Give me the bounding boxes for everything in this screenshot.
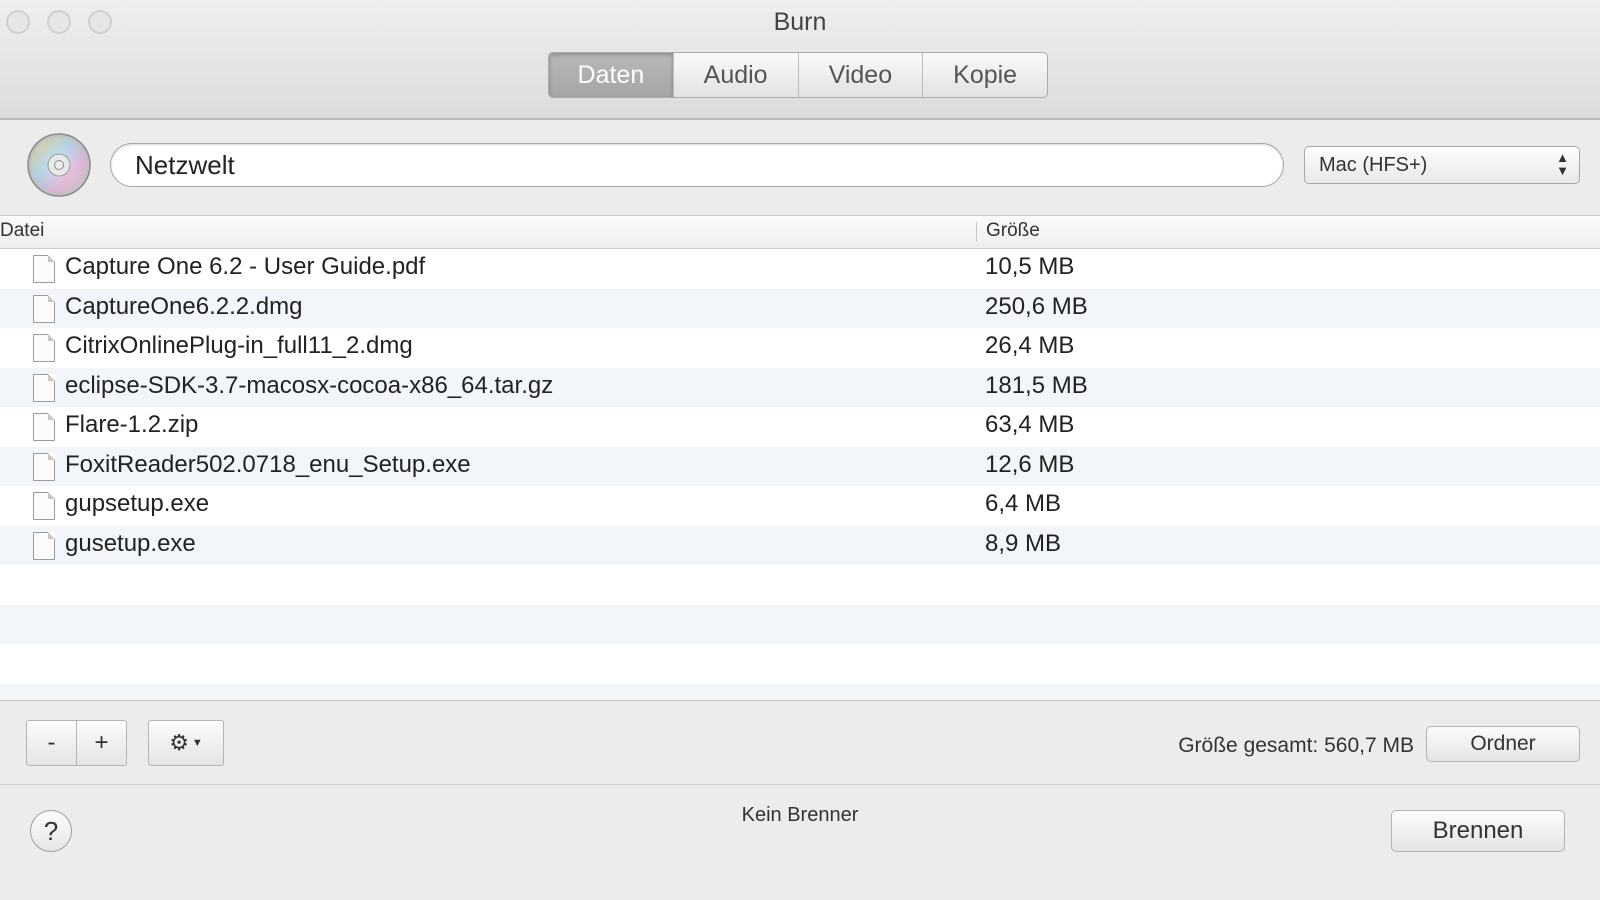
file-size: 12,6 MB — [985, 450, 1075, 478]
file-name: eclipse-SDK-3.7-macosx-cocoa-x86_64.tar.… — [65, 371, 554, 399]
table-row[interactable]: CaptureOne6.2.2.dmg 250,6 MB — [0, 288, 1600, 328]
tab-daten[interactable]: Daten — [549, 53, 674, 97]
tab-kopie[interactable]: Kopie — [923, 53, 1047, 97]
table-header: Datei Größe — [0, 216, 1600, 249]
empty-row — [0, 604, 1600, 644]
remove-item-button[interactable]: - — [26, 720, 77, 766]
file-name: Capture One 6.2 - User Guide.pdf — [65, 253, 426, 280]
column-header-groesse[interactable]: Größe — [986, 220, 1040, 242]
cd-disc-icon — [27, 133, 91, 197]
burn-button[interactable]: Brennen — [1391, 810, 1565, 852]
burner-status: Kein Brenner — [741, 804, 859, 826]
archive-file-icon — [33, 413, 55, 441]
file-size: 6,4 MB — [985, 490, 1062, 517]
empty-row — [0, 644, 1600, 684]
file-size: 181,5 MB — [985, 371, 1088, 399]
file-table: Datei Größe Capture One 6.2 - User Guide… — [0, 215, 1600, 701]
filesystem-select-value: Mac (HFS+) — [1319, 154, 1428, 176]
table-row[interactable]: CitrixOnlinePlug-in_full11_2.dmg 26,4 MB — [0, 328, 1600, 368]
file-name: CitrixOnlinePlug-in_full11_2.dmg — [65, 332, 413, 359]
folder-button[interactable]: Ordner — [1426, 726, 1580, 762]
table-row[interactable]: FoxitReader502.0718_enu_Setup.exe 12,6 M… — [0, 446, 1600, 486]
file-size: 26,4 MB — [985, 332, 1075, 359]
file-size: 250,6 MB — [985, 292, 1088, 320]
file-icon — [33, 452, 55, 481]
table-row[interactable]: gusetup.exe 8,9 MB — [0, 525, 1600, 565]
file-size: 8,9 MB — [985, 529, 1062, 557]
file-name: CaptureOne6.2.2.dmg — [65, 292, 303, 320]
tab-video[interactable]: Video — [799, 53, 924, 97]
chevron-down-icon: ▼ — [191, 737, 203, 749]
file-size: 10,5 MB — [985, 253, 1075, 280]
file-size: 63,4 MB — [985, 411, 1075, 438]
tab-audio[interactable]: Audio — [674, 53, 799, 97]
file-name: gusetup.exe — [65, 529, 196, 557]
total-size-label: Größe gesamt: 560,7 MB — [1178, 734, 1414, 757]
file-icon — [33, 531, 55, 560]
file-name: gupsetup.exe — [65, 490, 210, 517]
file-icon — [33, 294, 55, 323]
pdf-file-icon — [33, 255, 55, 283]
empty-row — [0, 565, 1600, 605]
column-divider[interactable] — [976, 222, 977, 242]
table-row[interactable]: Flare-1.2.zip 63,4 MB — [0, 407, 1600, 447]
table-row[interactable]: eclipse-SDK-3.7-macosx-cocoa-x86_64.tar.… — [0, 367, 1600, 407]
gear-icon: ⚙ — [169, 730, 189, 755]
filesystem-select[interactable]: Mac (HFS+) ▲ ▼ — [1304, 146, 1580, 184]
add-item-button[interactable]: + — [76, 720, 127, 766]
file-name: FoxitReader502.0718_enu_Setup.exe — [65, 450, 471, 478]
disc-name-field[interactable]: Netzwelt — [110, 143, 1284, 187]
file-name: Flare-1.2.zip — [65, 411, 199, 438]
file-icon — [33, 334, 55, 362]
select-arrows-icon: ▲ ▼ — [1556, 150, 1569, 178]
mode-tabs: Daten Audio Video Kopie — [548, 52, 1048, 98]
window-title: Burn — [773, 8, 827, 36]
file-icon — [33, 492, 55, 520]
column-header-datei[interactable]: Datei — [0, 220, 44, 242]
empty-row — [0, 683, 1600, 700]
action-menu-button[interactable]: ⚙ ▼ — [148, 720, 224, 766]
toolbar: Burn Daten Audio Video Kopie — [0, 0, 1600, 120]
table-row[interactable]: Capture One 6.2 - User Guide.pdf 10,5 MB — [0, 249, 1600, 289]
table-row[interactable]: gupsetup.exe 6,4 MB — [0, 486, 1600, 526]
archive-file-icon — [33, 373, 55, 402]
